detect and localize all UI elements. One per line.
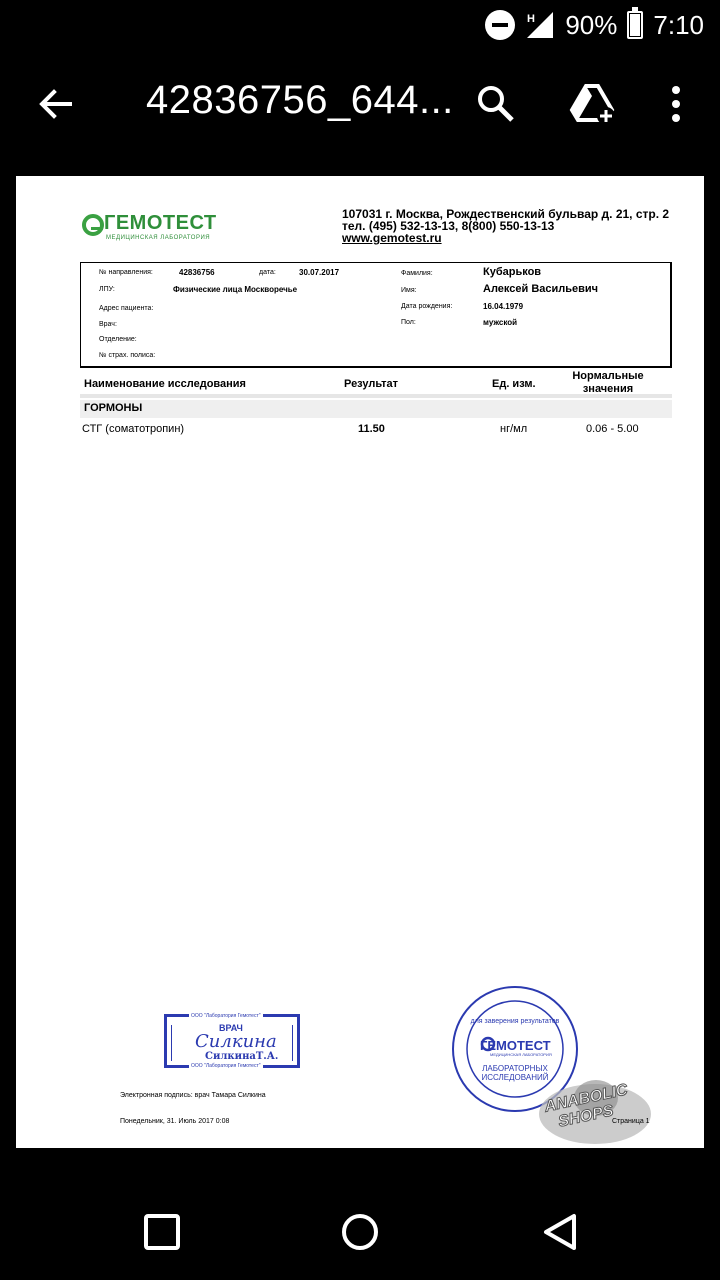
square-icon[interactable]: [142, 1212, 182, 1252]
logo-mark-icon: [82, 214, 104, 236]
patient-address-label: Адрес пациента:: [99, 305, 154, 312]
surname-value: Кубарьков: [483, 266, 542, 278]
row-unit: нг/мл: [500, 423, 528, 435]
header-result: Результат: [344, 378, 399, 390]
header-test: Наименование исследования: [84, 378, 246, 390]
doctor-stamp: ООО "Лаборатория Гемотест" ВРАЧ Силкина …: [164, 1013, 300, 1069]
lab-address: 107031 г. Москва, Рождественский бульвар…: [342, 208, 669, 244]
circle-icon[interactable]: [340, 1212, 380, 1252]
sex-value: мужской: [483, 318, 518, 327]
anabolic-shops-watermark: ANABOLIC SHOPS: [536, 1076, 654, 1148]
svg-text:H: H: [527, 13, 535, 25]
document-title: 42836756_644...: [146, 78, 454, 122]
lpu-value: Физические лица Москворечье: [173, 285, 298, 294]
row-norm: 0.06 - 5.00: [586, 423, 639, 435]
referral-label: № направления:: [99, 269, 153, 276]
sex-label: Пол:: [401, 319, 416, 326]
header-norm: Нормальные значения: [572, 370, 644, 395]
do-not-disturb-icon: [485, 10, 516, 40]
section-hormones: ГОРМОНЫ: [80, 400, 672, 418]
triangle-back-icon[interactable]: [540, 1212, 580, 1252]
signal-icon: H: [525, 10, 555, 40]
header-unit: Ед. изм.: [492, 378, 536, 390]
seal-brand: ГЕМОТЕСТ: [480, 1038, 551, 1053]
surname-label: Фамилия:: [401, 270, 433, 277]
patient-info-box: № направления: 42836756 дата: 30.07.2017…: [80, 262, 672, 366]
clock: 7:10: [653, 9, 704, 40]
stamp-bottom-text: ООО "Лаборатория Гемотест": [189, 1063, 263, 1069]
name-value: Алексей Васильевич: [483, 283, 599, 295]
referral-number: 42836756: [179, 268, 215, 277]
more-vert-icon[interactable]: [664, 84, 688, 128]
status-bar: H 90% 7:10: [0, 0, 720, 50]
website-link[interactable]: www.gemotest.ru: [342, 232, 669, 244]
status-icons: H 90% 7:10: [485, 0, 704, 50]
page-number: Страница 1: [612, 1118, 650, 1125]
document-page[interactable]: ГЕМОТЕСТ МЕДИЦИНСКАЯ ЛАБОРАТОРИЯ 107031 …: [16, 176, 704, 1148]
print-datetime: Понедельник, 31. Июль 2017 0:08: [120, 1118, 230, 1125]
date-value: 30.07.2017: [299, 268, 340, 277]
stamp-top-text: ООО "Лаборатория Гемотест": [189, 1013, 263, 1019]
stamp-side-line: [292, 1025, 293, 1061]
row-test: СТГ (соматотропин): [82, 423, 185, 435]
seal-brand-sub: МЕДИЦИНСКАЯ ЛАБОРАТОРИЯ: [490, 1052, 552, 1057]
stamp-doctor-name: СилкинаТ.А.: [205, 1051, 279, 1062]
doctor-label: Врач:: [99, 321, 117, 328]
results-table-header: Наименование исследования Результат Ед. …: [80, 366, 672, 395]
lpu-label: ЛПУ:: [99, 286, 115, 293]
electronic-signature: Электронная подпись: врач Тамара Силкина: [120, 1092, 266, 1099]
birth-value: 16.04.1979: [483, 302, 524, 311]
drive-add-icon[interactable]: [568, 82, 616, 126]
header-divider: [80, 394, 672, 398]
section-title: ГОРМОНЫ: [84, 402, 143, 414]
row-result: 11.50: [358, 423, 385, 435]
app-bar: 42836756_644...: [0, 50, 720, 160]
gemotest-logo: ГЕМОТЕСТ МЕДИЦИНСКАЯ ЛАБОРАТОРИЯ: [82, 212, 242, 252]
search-icon[interactable]: [474, 82, 518, 126]
battery-icon: [627, 7, 644, 39]
date-label: дата:: [259, 269, 276, 276]
battery-percent: 90%: [565, 9, 618, 40]
logo-subtitle: МЕДИЦИНСКАЯ ЛАБОРАТОРИЯ: [106, 235, 211, 241]
birth-label: Дата рождения:: [401, 303, 453, 310]
logo-name: ГЕМОТЕСТ: [104, 212, 217, 234]
arrow-back-icon[interactable]: [34, 82, 78, 126]
handwritten-signature: Силкина: [195, 1031, 277, 1052]
stamp-side-line: [171, 1025, 172, 1061]
name-label: Имя:: [401, 287, 417, 294]
navigation-bar: [0, 1184, 720, 1280]
insurance-label: № страх. полиса:: [99, 352, 156, 359]
seal-top-text: для заверения результатов: [470, 1018, 560, 1025]
department-label: Отделение:: [99, 336, 137, 343]
